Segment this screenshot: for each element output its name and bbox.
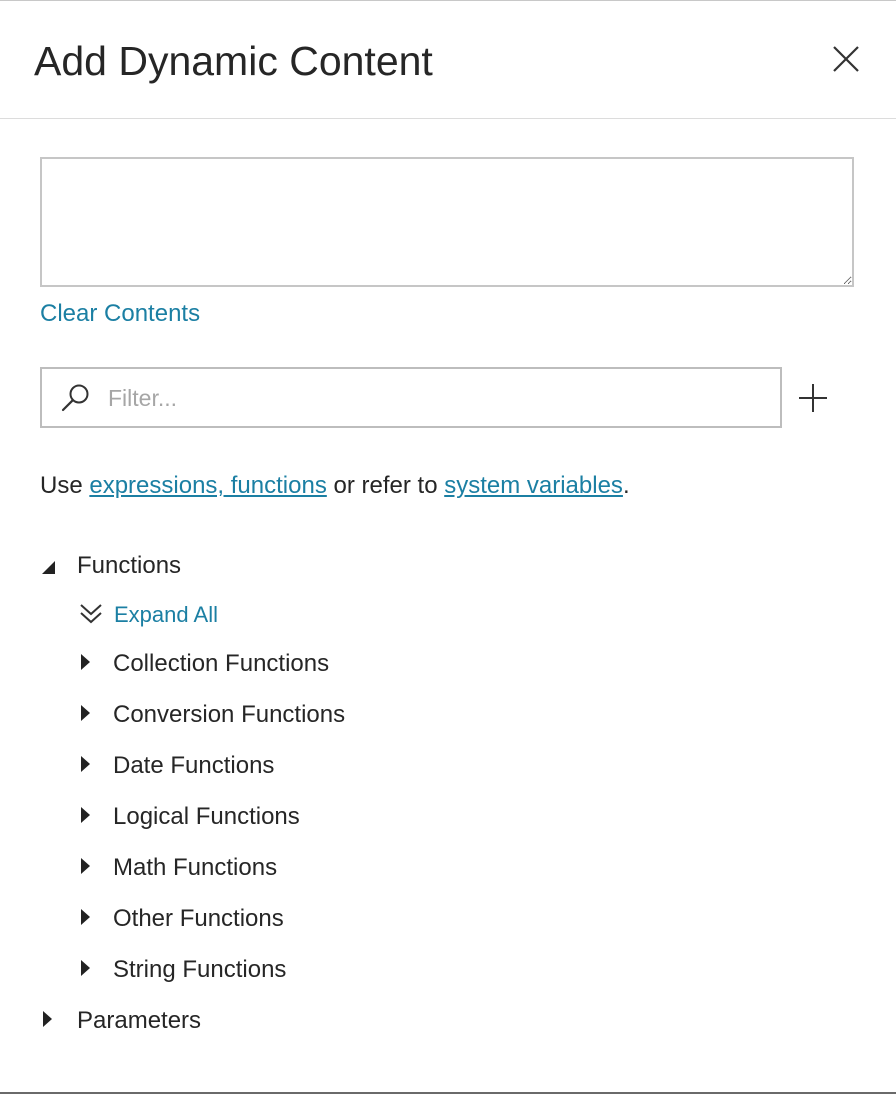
expand-all-label: Expand All <box>114 602 218 627</box>
expand-all-button[interactable]: Expand All <box>78 599 258 631</box>
tree-node-parameters[interactable]: Parameters <box>40 1005 260 1037</box>
plus-icon <box>799 384 827 412</box>
tree-node-functions[interactable]: Functions <box>40 550 240 582</box>
page-title: Add Dynamic Content <box>34 38 433 84</box>
caret-right-icon <box>81 654 90 670</box>
tree-node-label: Math Functions <box>113 854 278 881</box>
panel-header: Add Dynamic Content <box>0 1 896 119</box>
tree-node-label: Conversion Functions <box>113 701 346 728</box>
expression-textarea[interactable] <box>40 157 854 287</box>
caret-right-icon <box>81 858 90 874</box>
tree-node-logical-functions[interactable]: Logical Functions <box>78 801 378 833</box>
caret-right-icon <box>81 705 90 721</box>
system-variables-link[interactable]: system variables <box>444 472 623 499</box>
tree-node-label: Other Functions <box>113 905 284 932</box>
double-chevron-down-icon <box>80 604 102 624</box>
search-icon <box>61 384 89 412</box>
tree-node-label: Functions <box>77 552 182 579</box>
clear-contents-link[interactable]: Clear Contents <box>40 299 200 329</box>
help-middle: or refer to <box>326 472 445 499</box>
tree-node-label: Parameters <box>77 1007 202 1034</box>
add-dynamic-content-panel: Add Dynamic Content Clear Contents Use e… <box>0 0 896 1094</box>
tree-node-label: String Functions <box>113 956 287 983</box>
add-button[interactable] <box>796 381 830 415</box>
tree-node-label: Date Functions <box>113 752 275 779</box>
tree-node-math-functions[interactable]: Math Functions <box>78 852 378 884</box>
tree-node-label: Logical Functions <box>113 803 300 830</box>
filter-box <box>40 367 782 428</box>
tree-node-string-functions[interactable]: String Functions <box>78 954 378 986</box>
caret-expanded-icon <box>42 561 55 574</box>
caret-right-icon <box>81 756 90 772</box>
filter-input[interactable] <box>106 377 760 419</box>
caret-right-icon <box>81 960 90 976</box>
expressions-functions-link[interactable]: expressions, functions <box>89 472 326 499</box>
help-text: Use expressions, functions or refer to s… <box>40 470 630 502</box>
tree-node-label: Collection Functions <box>113 650 330 677</box>
close-button[interactable] <box>826 39 866 79</box>
caret-right-icon <box>43 1011 52 1027</box>
close-icon <box>833 46 859 72</box>
tree-node-collection-functions[interactable]: Collection Functions <box>78 648 378 680</box>
tree-node-conversion-functions[interactable]: Conversion Functions <box>78 699 378 731</box>
caret-right-icon <box>81 909 90 925</box>
tree-node-other-functions[interactable]: Other Functions <box>78 903 378 935</box>
tree-node-date-functions[interactable]: Date Functions <box>78 750 378 782</box>
help-prefix: Use <box>40 472 90 499</box>
caret-right-icon <box>81 807 90 823</box>
help-suffix: . <box>622 472 630 499</box>
